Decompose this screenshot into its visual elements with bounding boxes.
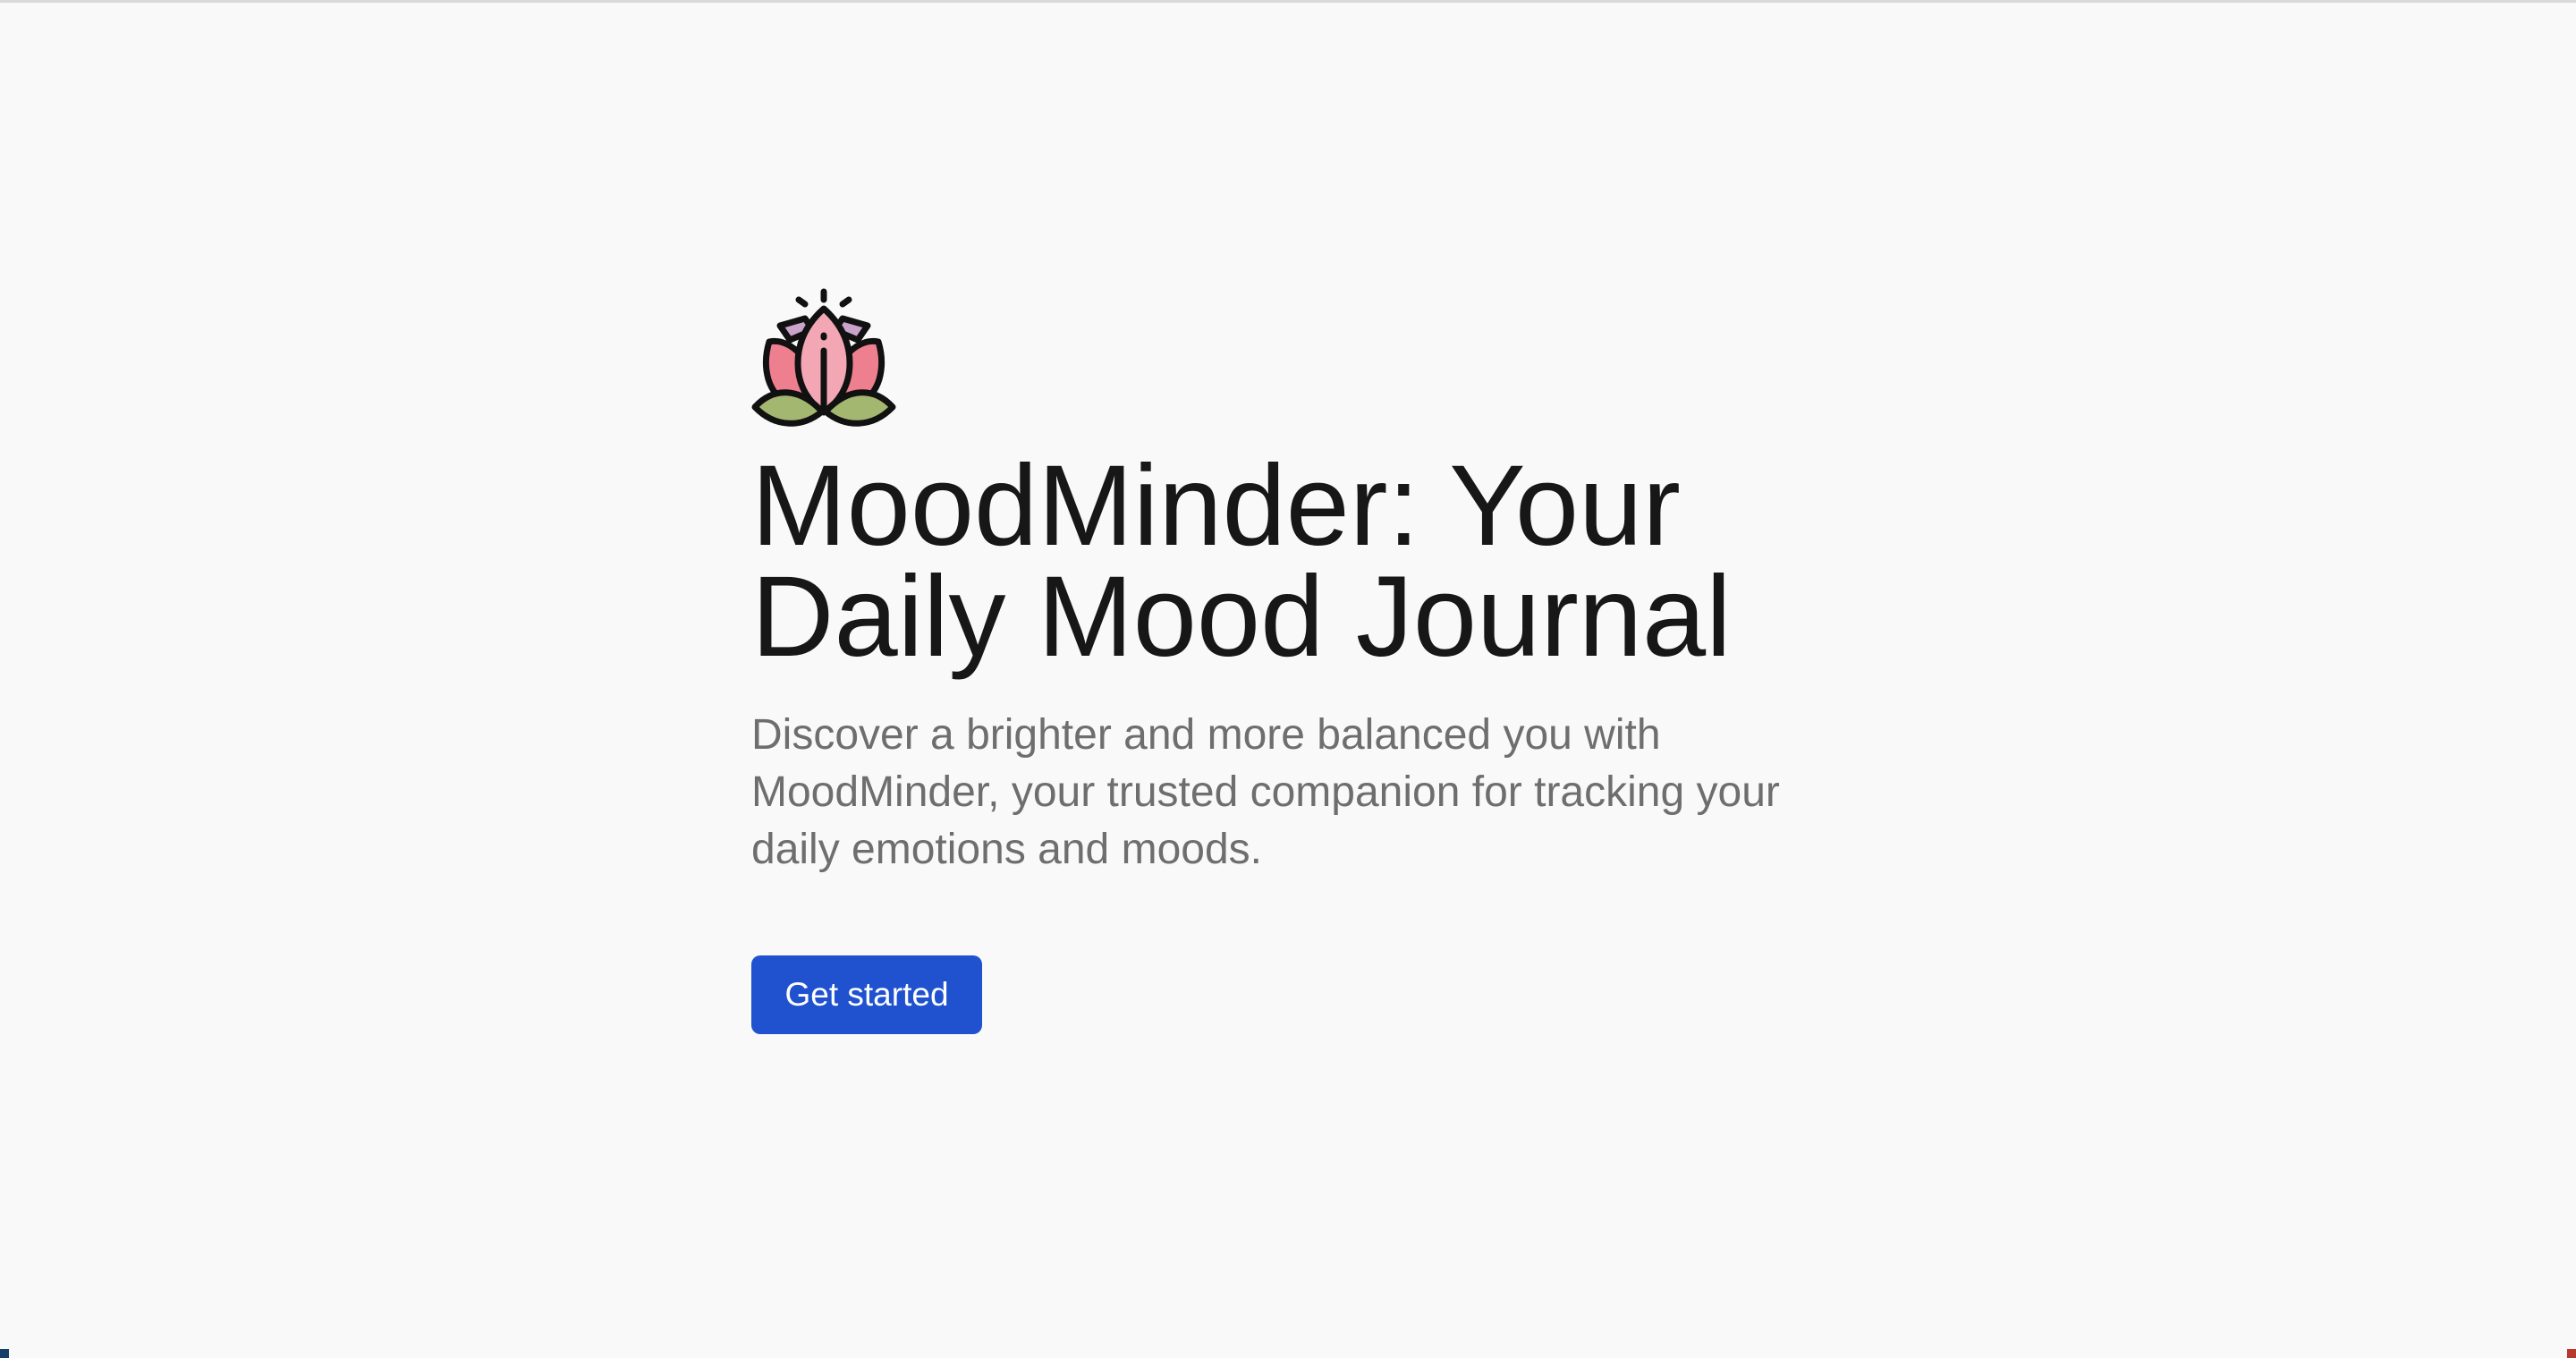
page-subtitle: Discover a brighter and more balanced yo…	[751, 711, 1780, 873]
lotus-icon	[751, 288, 896, 427]
bottom-left-corner-accent	[0, 1349, 9, 1358]
bottom-right-corner-accent	[2567, 1349, 2576, 1358]
get-started-button[interactable]: Get started	[751, 955, 982, 1034]
top-border	[0, 0, 2576, 3]
page-title: MoodMinder: Your Daily Mood Journal	[751, 442, 1732, 681]
hero-section: MoodMinder: Your Daily Mood Journal Disc…	[751, 288, 1825, 1034]
